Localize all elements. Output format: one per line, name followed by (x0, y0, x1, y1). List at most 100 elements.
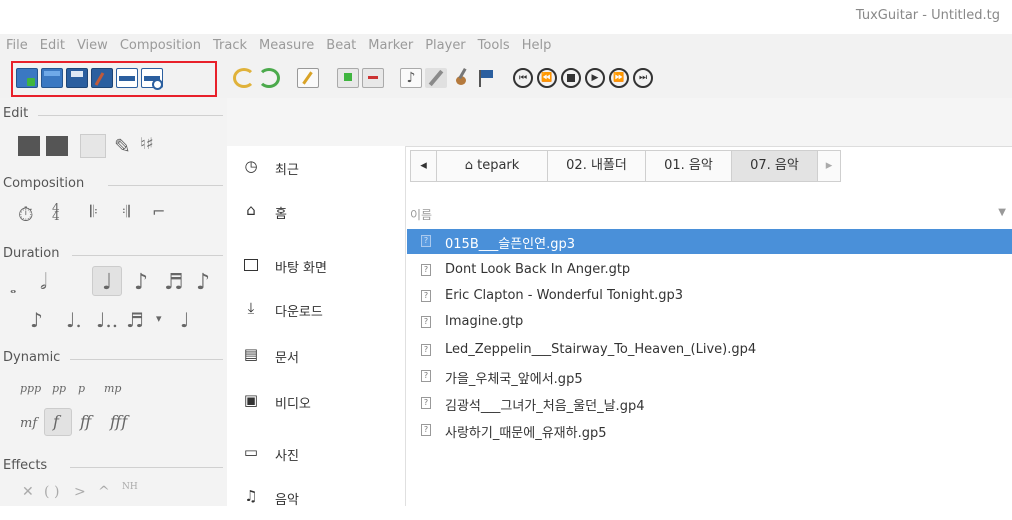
file-name: Imagine.gtp (445, 314, 524, 329)
file-row[interactable]: ? 015B___슬픈인연.gp3 (407, 229, 1012, 254)
download-icon: ⤓ (247, 299, 255, 317)
place-downloads[interactable]: ⤓ 다운로드 (227, 288, 405, 332)
menu-file[interactable]: File (0, 34, 34, 53)
voice-1-icon[interactable] (18, 136, 40, 156)
whole-note-icon[interactable]: 𝅝 (10, 278, 16, 298)
time-signature-icon[interactable]: 44 (52, 202, 60, 222)
file-row[interactable]: ? Imagine.gtp (407, 310, 1012, 335)
dynamic-mf[interactable]: mf (20, 416, 37, 431)
score-view-icon[interactable]: ♪ (400, 68, 422, 88)
file-row[interactable]: ? 김광석___그녀가_처음_울던_날.gp4 (407, 391, 1012, 416)
play-icon[interactable]: ▶ (585, 68, 605, 88)
column-header-name[interactable]: 이름 ▼ (407, 200, 1012, 228)
repeat-close-icon[interactable]: 𝄇 (122, 202, 130, 222)
place-label: 비디오 (275, 397, 311, 412)
place-home[interactable]: ⌂ 홈 (227, 190, 405, 234)
menu-composition[interactable]: Composition (114, 34, 207, 53)
natural-sharp-icon[interactable]: ♮♯ (140, 134, 153, 153)
file-row[interactable]: ? Dont Look Back In Anger.gtp (407, 258, 1012, 283)
ghost-note-close-icon[interactable]: ) (54, 484, 59, 500)
voice-2-icon[interactable] (46, 136, 68, 156)
breadcrumb-home[interactable]: ⌂ tepark (436, 150, 548, 182)
menu-help[interactable]: Help (516, 34, 558, 53)
previous-icon[interactable]: ⏪ (537, 68, 557, 88)
menu-measure[interactable]: Measure (253, 34, 320, 53)
menu-player[interactable]: Player (419, 34, 471, 53)
breadcrumb-current[interactable]: 07. 음악 (731, 150, 818, 182)
section-label: Composition (3, 176, 85, 191)
alternative-ending-icon[interactable]: ⌐ (152, 202, 165, 221)
file-row[interactable]: ? 가을_우체국_앞에서.gp5 (407, 364, 1012, 389)
section-label: Duration (3, 246, 60, 261)
heavy-accent-icon[interactable]: ^ (98, 484, 110, 500)
half-note-icon[interactable]: 𝅗𝅥 (40, 270, 47, 295)
place-label: 홈 (275, 207, 287, 222)
remove-measure-icon[interactable] (362, 68, 384, 88)
dotted-note-icon[interactable]: ♩. (66, 308, 82, 332)
tuplet-dropdown-icon[interactable]: ▾ (156, 312, 162, 325)
guitar-icon[interactable] (450, 67, 472, 88)
dead-note-icon[interactable]: ✕ (22, 484, 34, 500)
place-videos[interactable]: ▣ 비디오 (227, 380, 405, 424)
tuplet-icon[interactable]: ♬ (126, 308, 144, 332)
tempo-icon[interactable]: ⏱ (18, 202, 34, 226)
tie-note-icon[interactable]: ♩ (180, 308, 189, 332)
file-row[interactable]: ? Led_Zeppelin___Stairway_To_Heaven_(Live… (407, 338, 1012, 363)
dynamic-mp[interactable]: mp (104, 382, 121, 395)
breadcrumb-forward-arrow[interactable]: ▸ (817, 150, 841, 182)
next-icon[interactable]: ⏩ (609, 68, 629, 88)
menu-beat[interactable]: Beat (320, 34, 362, 53)
dynamic-ff[interactable]: ff (80, 412, 91, 431)
redo-icon[interactable] (258, 68, 280, 88)
breadcrumb-item[interactable]: 02. 내폴더 (547, 150, 646, 182)
dynamic-fff[interactable]: fff (110, 412, 127, 431)
eighth-note-icon[interactable]: ♪ (134, 270, 148, 295)
music-icon: ♫ (244, 487, 258, 505)
sixty-fourth-note-icon[interactable]: ♪ (30, 308, 43, 332)
edit-pen-icon[interactable]: ✎ (114, 134, 131, 158)
breadcrumb-back-arrow[interactable]: ◂ (410, 150, 437, 182)
divider (108, 185, 223, 186)
last-icon[interactable]: ⏭ (633, 68, 653, 88)
menu-tools[interactable]: Tools (472, 34, 516, 53)
menu-track[interactable]: Track (207, 34, 253, 53)
picture-icon: ▭ (243, 443, 259, 461)
place-recent[interactable]: ◷ 최근 (227, 146, 405, 190)
double-dotted-note-icon[interactable]: ♩.. (96, 308, 118, 332)
add-measure-icon[interactable] (337, 68, 359, 88)
menu-marker[interactable]: Marker (362, 34, 419, 53)
repeat-open-icon[interactable]: 𝄆 (90, 202, 98, 222)
place-documents[interactable]: ▤ 문서 (227, 334, 405, 378)
place-label: 음악 (275, 493, 299, 508)
file-row[interactable]: ? Eric Clapton - Wonderful Tonight.gp3 (407, 284, 1012, 309)
menu-view[interactable]: View (71, 34, 114, 53)
menu-edit[interactable]: Edit (34, 34, 71, 53)
document-icon: ▤ (243, 345, 259, 363)
undo-icon[interactable] (233, 68, 255, 88)
file-row[interactable]: ? 사랑하기_때문에_유재하.gp5 (407, 418, 1012, 443)
accent-icon[interactable]: > (74, 484, 86, 500)
ghost-note-open-icon[interactable]: ( (44, 484, 49, 500)
edit-mode-icon[interactable] (297, 68, 319, 88)
dynamic-f[interactable]: f (53, 412, 59, 431)
quarter-note-icon[interactable]: ♩ (102, 270, 112, 295)
sort-arrow-icon: ▼ (998, 207, 1006, 218)
tools-icon[interactable] (425, 68, 447, 88)
harmonic-icon[interactable]: NH (122, 482, 138, 492)
select-mode-icon[interactable] (80, 134, 106, 158)
place-pictures[interactable]: ▭ 사진 (227, 432, 405, 476)
thirty-second-note-icon[interactable]: ♪ (196, 270, 210, 295)
place-music[interactable]: ♫ 음악 (227, 476, 405, 520)
dynamic-pp[interactable]: pp (52, 382, 66, 395)
breadcrumb-item[interactable]: 01. 음악 (645, 150, 732, 182)
marker-flag-icon[interactable] (475, 68, 497, 88)
sixteenth-note-icon[interactable]: ♬ (164, 270, 184, 295)
place-desktop[interactable]: 바탕 화면 (227, 244, 405, 288)
file-name: Eric Clapton - Wonderful Tonight.gp3 (445, 288, 684, 303)
file-icon: ? (421, 424, 431, 436)
dynamic-ppp[interactable]: ppp (20, 382, 41, 395)
dynamic-p[interactable]: p (78, 382, 85, 395)
recent-icon: ◷ (244, 157, 258, 175)
first-icon[interactable]: ⏮ (513, 68, 533, 88)
stop-icon[interactable] (561, 68, 581, 88)
